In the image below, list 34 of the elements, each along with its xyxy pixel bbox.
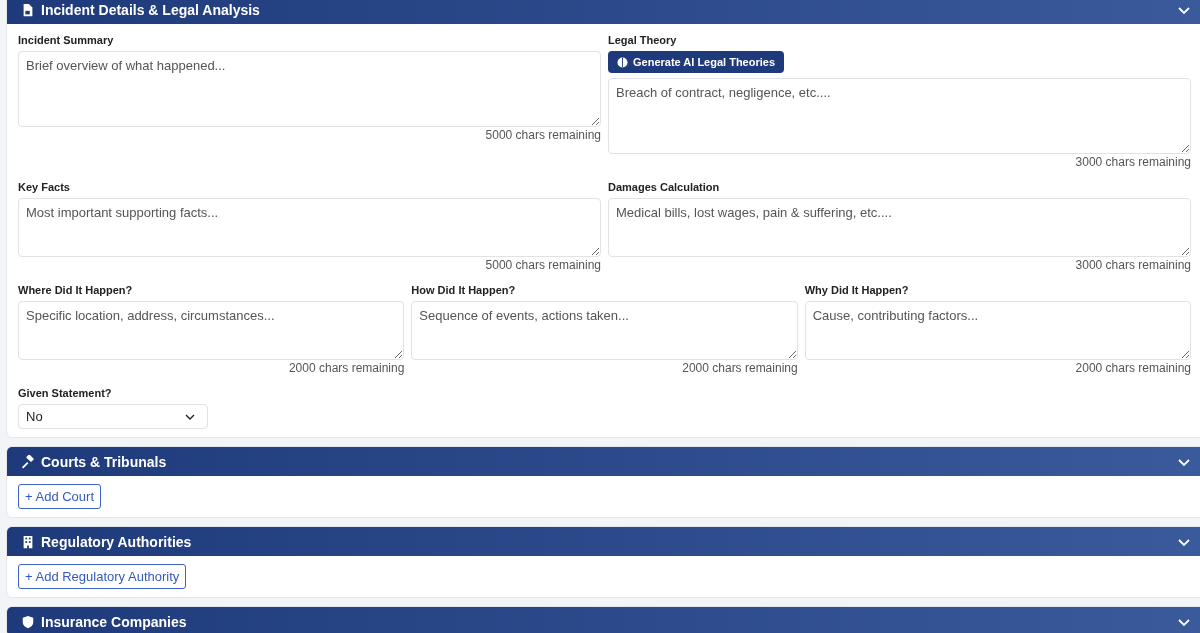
section-header[interactable]: Regulatory Authorities bbox=[7, 527, 1200, 556]
char-counter: 2000 chars remaining bbox=[1075, 361, 1191, 375]
text-area[interactable]: Brief overview of what happened... bbox=[18, 51, 601, 127]
text-area[interactable]: Specific location, address, circumstances... bbox=[18, 301, 405, 360]
field-label: Legal Theory bbox=[608, 34, 678, 46]
field-label: Key Facts bbox=[18, 181, 71, 193]
field-label: How Did It Happen? bbox=[411, 284, 517, 296]
section-header[interactable]: Courts & Tribunals bbox=[7, 447, 1200, 476]
char-counter: 5000 chars remaining bbox=[485, 128, 601, 142]
text-area[interactable]: Breach of contract, negligence, etc.... bbox=[608, 78, 1191, 154]
building-icon bbox=[21, 534, 35, 549]
text-area[interactable]: Cause, contributing factors... bbox=[804, 301, 1191, 360]
text-area[interactable]: Medical bills, lost wages, pain & suffering, etc.... bbox=[608, 198, 1191, 257]
section-header[interactable]: Insurance Companies bbox=[7, 607, 1200, 633]
text-area[interactable]: Sequence of events, actions taken... bbox=[411, 301, 798, 360]
field-label: Where Did It Happen? bbox=[18, 284, 134, 296]
shield-icon bbox=[21, 614, 35, 629]
generate-button[interactable]: Generate AI Legal Theories bbox=[608, 51, 785, 73]
add-button[interactable]: + Add Court bbox=[18, 484, 102, 509]
dropdown[interactable]: No bbox=[18, 404, 208, 429]
text-area[interactable]: Most important supporting facts... bbox=[18, 198, 601, 257]
field-label: Incident Summary bbox=[18, 34, 115, 46]
add-button[interactable]: + Add Regulatory Authority bbox=[18, 564, 187, 589]
char-counter: 3000 chars remaining bbox=[1075, 155, 1191, 169]
field-label: Damages Calculation bbox=[608, 181, 721, 193]
char-counter: 2000 chars remaining bbox=[288, 361, 405, 375]
field-label: Given Statement? bbox=[18, 387, 113, 399]
section-header[interactable]: Incident Details & Legal Analysis bbox=[7, 0, 1200, 24]
char-counter: 2000 chars remaining bbox=[682, 361, 798, 375]
field-label: Why Did It Happen? bbox=[804, 284, 910, 296]
char-counter: 5000 chars remaining bbox=[485, 258, 601, 272]
document-icon bbox=[21, 2, 35, 17]
gavel-icon bbox=[21, 454, 35, 469]
char-counter: 3000 chars remaining bbox=[1075, 258, 1191, 272]
